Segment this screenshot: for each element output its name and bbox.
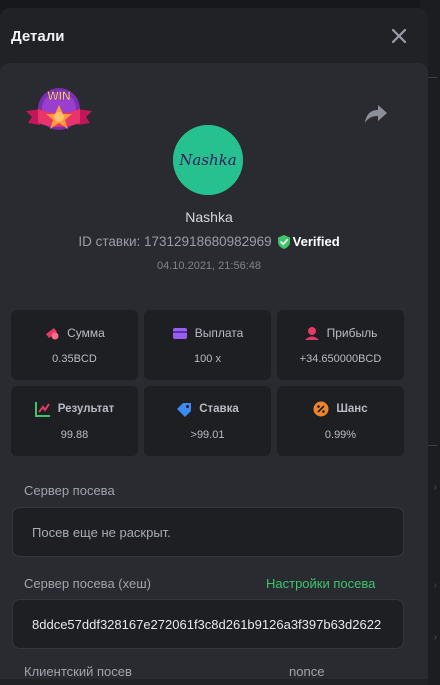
field-edge bbox=[0, 679, 428, 685]
bet-timestamp: 04.10.2021, 21:56:48 bbox=[157, 260, 261, 272]
stat-label: Выплата bbox=[194, 326, 244, 340]
wallet-icon bbox=[172, 328, 187, 339]
backdrop-glyph: › bbox=[433, 632, 437, 643]
stat-value: 100 x bbox=[194, 353, 221, 365]
verified-badge: Verified bbox=[277, 234, 340, 249]
stat-label: Результат bbox=[57, 403, 115, 415]
stat-payout: Выплата 100 x bbox=[144, 310, 271, 380]
stat-value: 0.99% bbox=[324, 429, 357, 441]
stat-label: Сумма bbox=[67, 326, 105, 340]
modal-header: Детали bbox=[0, 8, 428, 64]
stat-profit: Прибыль +34.650000BCD bbox=[277, 310, 404, 380]
seed-settings-link[interactable]: Настройки посева bbox=[266, 576, 375, 591]
stat-label: Ставка bbox=[199, 403, 239, 415]
percent-icon bbox=[313, 401, 329, 417]
stat-bet: Ставка >99.01 bbox=[144, 386, 271, 456]
username: Nashka bbox=[185, 209, 233, 225]
bet-details-modal: Детали WIN Nashka Nashka ID ставки: 1731… bbox=[0, 8, 428, 685]
bet-details-card: WIN Nashka Nashka ID ставки: 17312918680… bbox=[0, 63, 428, 685]
stat-amount: Сумма 0.35BCD bbox=[11, 310, 138, 380]
backdrop-glyph: — bbox=[427, 440, 437, 451]
share-icon[interactable] bbox=[364, 103, 388, 125]
server-seed-value: Посев еще не раскрыт. bbox=[32, 524, 171, 540]
stat-result: Результат 99.88 bbox=[11, 386, 138, 456]
bet-id: ID ставки: 17312918680982969 bbox=[78, 234, 272, 249]
win-badge-icon: WIN bbox=[26, 88, 92, 130]
stats-grid: Сумма 0.35BCD Выплата 100 x Прибыль +34.… bbox=[11, 310, 407, 456]
verified-label: Verified bbox=[292, 234, 340, 249]
shield-check-icon bbox=[277, 234, 290, 249]
profit-icon bbox=[304, 327, 319, 340]
stat-label: Прибыль bbox=[326, 326, 378, 340]
stat-value: >99.01 bbox=[190, 429, 225, 441]
bet-id-row: ID ставки: 17312918680982969 Verified bbox=[0, 234, 418, 249]
close-icon[interactable] bbox=[388, 25, 410, 47]
avatar: Nashka bbox=[173, 125, 243, 195]
stat-value: +34.650000BCD bbox=[299, 353, 382, 365]
coins-icon bbox=[46, 328, 59, 340]
server-seed-field[interactable]: Посев еще не раскрыт. bbox=[12, 507, 404, 557]
avatar-logo: Nashka bbox=[173, 125, 243, 195]
stat-label: Шанс bbox=[336, 403, 368, 415]
backdrop-glyph: — bbox=[427, 72, 437, 83]
win-badge-text: WIN bbox=[47, 89, 70, 103]
server-hash-field[interactable]: 8ddce57ddf328167e272061f3c8d261b9126a3f3… bbox=[12, 599, 404, 649]
backdrop-glyph: › bbox=[433, 580, 437, 591]
server-hash-value: 8ddce57ddf328167e272061f3c8d261b9126a3f3… bbox=[32, 616, 382, 632]
nonce-label: nonce bbox=[289, 664, 325, 679]
stat-value: 99.88 bbox=[60, 429, 89, 441]
backdrop-glyph: › bbox=[433, 482, 437, 493]
result-chart-icon bbox=[34, 402, 50, 417]
stat-chance: Шанс 0.99% bbox=[277, 386, 404, 456]
tag-icon bbox=[177, 403, 192, 417]
stat-value: 0.35BCD bbox=[52, 353, 97, 365]
client-seed-label: Клиентский посев bbox=[24, 664, 132, 679]
modal-title: Детали bbox=[11, 27, 65, 45]
server-seed-label: Сервер посева bbox=[24, 483, 115, 498]
server-hash-label: Сервер посева (хеш) bbox=[24, 576, 151, 591]
avatar-text: Nashka bbox=[178, 151, 236, 169]
